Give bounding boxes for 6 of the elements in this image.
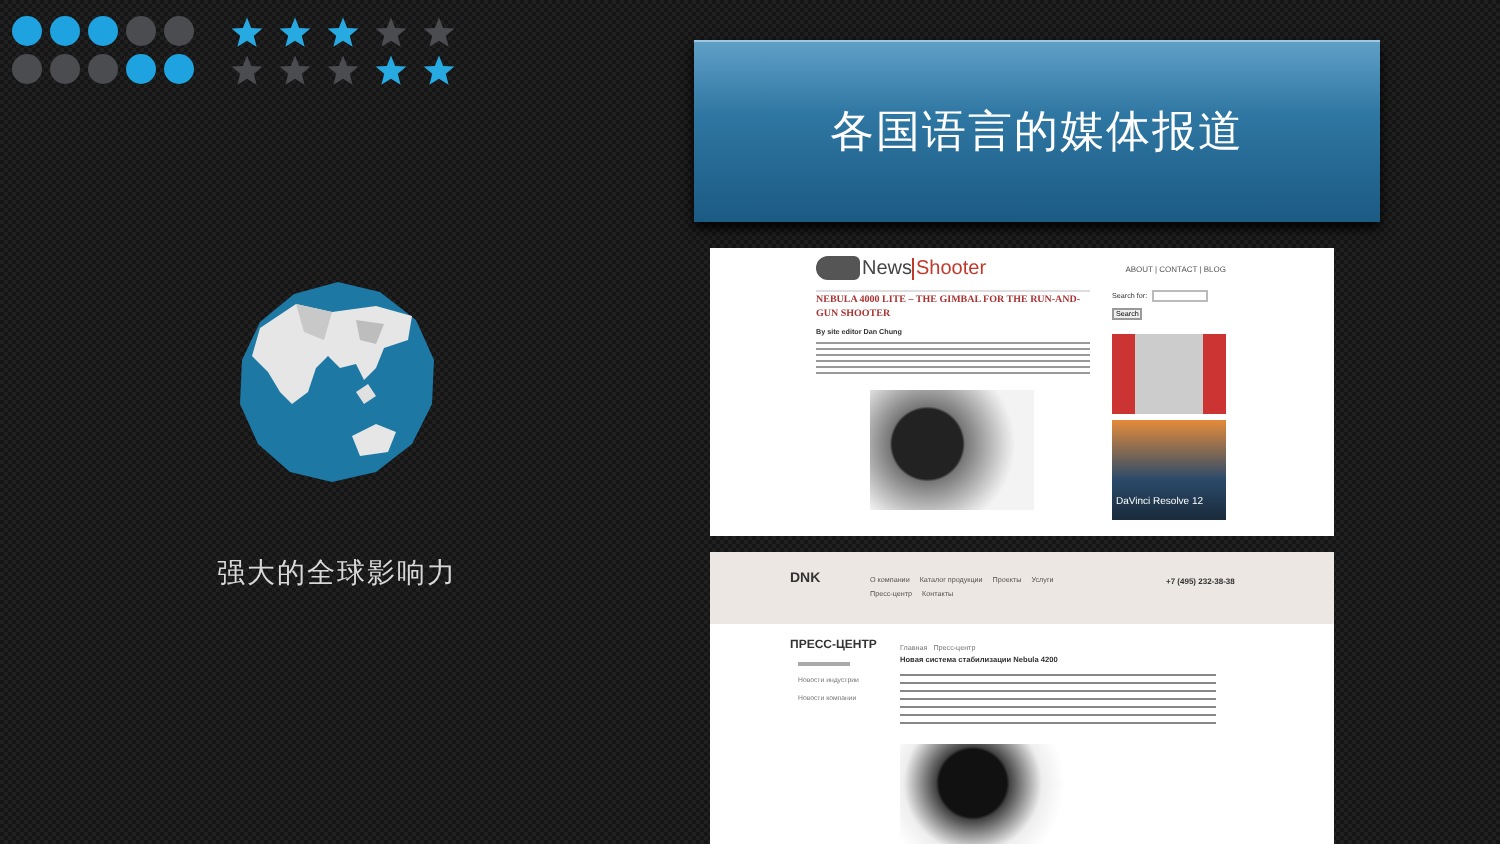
ad-banner-placeholder <box>1112 334 1226 414</box>
site-logo[interactable]: News Shooter <box>816 256 987 280</box>
search-field[interactable] <box>1151 290 1208 302</box>
text-line-drawing <box>798 662 850 666</box>
title-banner: 各国语言的媒体报道 <box>694 40 1380 222</box>
globe-caption: 强大的全球影响力 <box>217 556 457 592</box>
